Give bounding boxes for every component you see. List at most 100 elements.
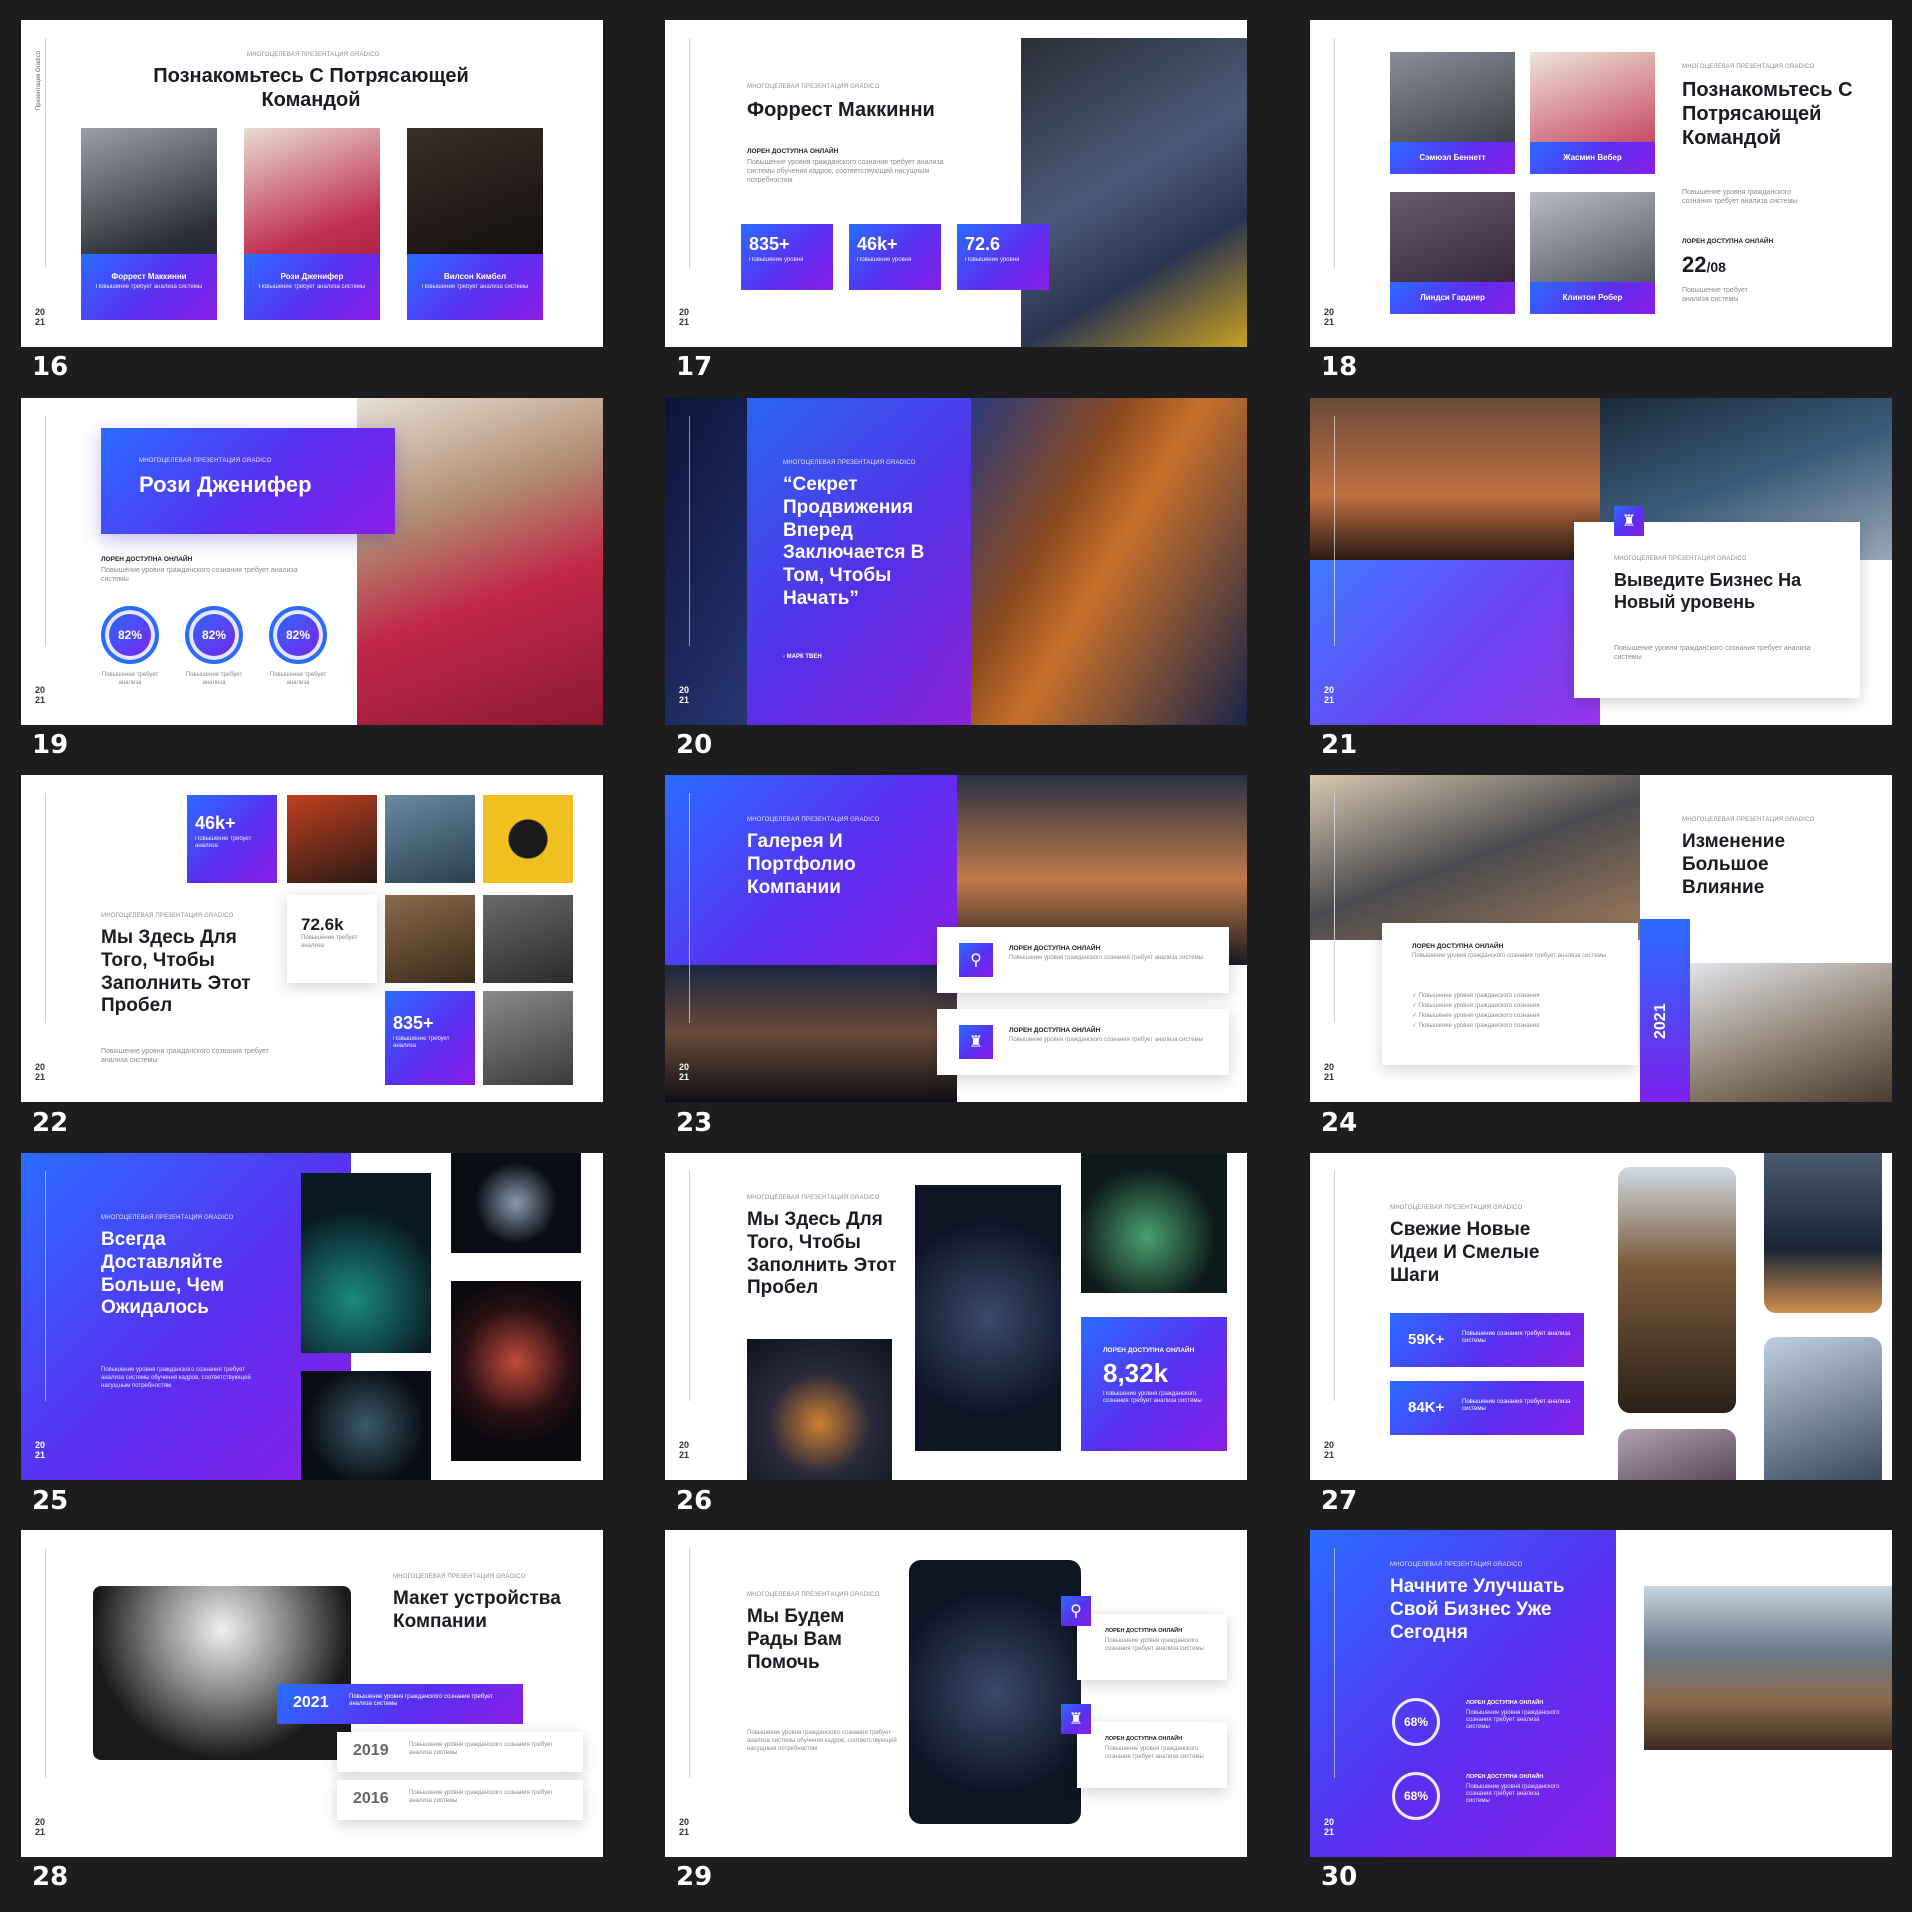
- slide-title: Свежие Новые Идеи И Смелые Шаги: [1390, 1219, 1540, 1286]
- side-line: [1334, 1548, 1335, 1778]
- side-line: [689, 38, 690, 268]
- quote-text: “Секрет Продвижения Вперед Заключается В…: [783, 474, 925, 609]
- slide-number: 30: [1321, 1862, 1358, 1892]
- team-photo-4: Клинтон Робер: [1530, 192, 1655, 314]
- member-card: Клинтон Робер: [1530, 282, 1655, 314]
- rocket-photo: [747, 1339, 892, 1480]
- gallery-photo: [385, 895, 475, 983]
- team-photo-1: Сэмюэл Беннетт: [1390, 52, 1515, 174]
- timeline-item: 2016 Повышение уровня гражданского созна…: [337, 1780, 583, 1820]
- side-line: [1334, 1171, 1335, 1401]
- slide-19[interactable]: 20 21 МНОГОЦЕЛЕВАЯ ПРЕЗЕНТАЦИЯ GRADICO Ро…: [21, 398, 603, 725]
- body-text: Повышение уровня гражданского сознания т…: [101, 1367, 251, 1389]
- slide-22[interactable]: 20 21 46k+ Повышение требует анализа МНОГО…: [21, 775, 603, 1102]
- gallery-photo: [483, 991, 573, 1085]
- slide-24[interactable]: 20 21 МНОГОЦЕЛЕВАЯ ПРЕЗЕНТАЦИЯ GRADICO Из…: [1310, 775, 1892, 1102]
- kicker: МНОГОЦЕЛЕВАЯ ПРЕЗЕНТАЦИЯ GRADICO: [747, 84, 880, 90]
- kicker: МНОГОЦЕЛЕВАЯ ПРЕЗЕНТАЦИЯ GRADICO: [1682, 64, 1815, 70]
- info-card: ♜ ЛОРЕН ДОСТУПНА ОНЛАЙН Повышение уровня…: [937, 1009, 1229, 1075]
- slide-16[interactable]: 20 21 МНОГОЦЕЛЕВАЯ ПРЕЗЕНТАЦИЯ GRADICO По…: [21, 20, 603, 347]
- side-line: [689, 1548, 690, 1778]
- escalator-photo: [93, 1586, 351, 1760]
- team-photo-3: Линдси Гарднер: [1390, 192, 1515, 314]
- team-photo-1: Форрест Маккинни Повышение требует анализ…: [81, 128, 217, 320]
- member-card: Рози Дженифер Повышение требует анализа с…: [244, 254, 380, 320]
- side-line: [1334, 38, 1335, 268]
- slide-year: 20 21: [1324, 685, 1335, 705]
- slide-18[interactable]: 20 21 Сэмюэл Беннетт Жасмин Вебер Линдси …: [1310, 20, 1892, 347]
- slide-30[interactable]: 20 21 МНОГОЦЕЛЕВАЯ ПРЕЗЕНТАЦИЯ GRADICO На…: [1310, 1530, 1892, 1857]
- kicker: МНОГОЦЕЛЕВАЯ ПРЕЗЕНТАЦИЯ GRADICO: [101, 1215, 234, 1221]
- workers-photo: [1310, 560, 1600, 725]
- slide-year: 20 21: [1324, 1817, 1335, 1837]
- slide-21[interactable]: 20 21 ♜ МНОГОЦЕЛЕВАЯ ПРЕЗЕНТАЦИЯ GRADICO …: [1310, 398, 1892, 725]
- stat-box: 835+ Повышение уровня: [741, 224, 833, 290]
- slide-27[interactable]: 20 21 МНОГОЦЕЛЕВАЯ ПРЕЗЕНТАЦИЯ GRADICO Св…: [1310, 1153, 1892, 1480]
- tech-photo: [451, 1281, 581, 1461]
- kicker: МНОГОЦЕЛЕВАЯ ПРЕЗЕНТАЦИЯ GRADICO: [393, 1574, 526, 1580]
- gallery-photo: [483, 795, 573, 883]
- slide-25[interactable]: 20 21 МНОГОЦЕЛЕВАЯ ПРЕЗЕНТАЦИЯ GRADICO Вс…: [21, 1153, 603, 1480]
- slide-title: Мы Здесь Для Того, Чтобы Заполнить Этот …: [101, 927, 251, 1017]
- stat-row: 59K+ Повышение сознания требует анализа …: [1390, 1313, 1584, 1367]
- side-label: Презентация Gradico: [36, 51, 42, 110]
- side-line: [45, 38, 46, 268]
- gallery-photo: [287, 795, 377, 883]
- slide-year: 20 21: [679, 307, 690, 327]
- member-card: Сэмюэл Беннетт: [1390, 142, 1515, 174]
- slide-year: 20 21: [679, 1817, 690, 1837]
- loren-label: ЛОРЕН ДОСТУПНА ОНЛАЙН: [1466, 1774, 1544, 1780]
- slide-23[interactable]: 20 21 МНОГОЦЕЛЕВАЯ ПРЕЗЕНТАЦИЯ GRADICO Га…: [665, 775, 1247, 1102]
- slide-year: 20 21: [35, 307, 46, 327]
- tech-photo: [1081, 1153, 1227, 1293]
- slide-number: 25: [32, 1486, 69, 1516]
- side-line: [689, 793, 690, 1023]
- skyscraper-photo: [1764, 1337, 1882, 1480]
- search-icon: ⚲: [1061, 1596, 1091, 1626]
- percent-ring: 82%: [269, 606, 327, 664]
- slide-17[interactable]: 20 21 МНОГОЦЕЛЕВАЯ ПРЕЗЕНТАЦИЯ GRADICO Фо…: [665, 20, 1247, 347]
- slide-28[interactable]: 20 21 МНОГОЦЕЛЕВАЯ ПРЕЗЕНТАЦИЯ GRADICO Ма…: [21, 1530, 603, 1857]
- date-display: 22/08: [1682, 252, 1726, 277]
- slide-title: Начните Улучшать Свой Бизнес Уже Сегодня: [1390, 1576, 1565, 1643]
- chess-icon: ♜: [959, 1025, 993, 1059]
- body-text: Повышение уровня гражданского сознания т…: [1682, 189, 1798, 206]
- kicker: МНОГОЦЕЛЕВАЯ ПРЕЗЕНТАЦИЯ GRADICO: [1682, 817, 1815, 823]
- slide-number: 23: [676, 1108, 713, 1138]
- member-card: Жасмин Вебер: [1530, 142, 1655, 174]
- slide-20[interactable]: 20 21 МНОГОЦЕЛЕВАЯ ПРЕЗЕНТАЦИЯ GRADICO “С…: [665, 398, 1247, 725]
- team-photo-2: Жасмин Вебер: [1530, 52, 1655, 174]
- construction-photo: [1310, 398, 1600, 560]
- percent-ring: 82%: [101, 606, 159, 664]
- kicker: МНОГОЦЕЛЕВАЯ ПРЕЗЕНТАЦИЯ GRADICO: [1390, 1562, 1523, 1568]
- kicker: МНОГОЦЕЛЕВАЯ ПРЕЗЕНТАЦИЯ GRADICO: [783, 460, 916, 466]
- loren-label: ЛОРЕН ДОСТУПНА ОНЛАЙН: [1682, 238, 1774, 245]
- slide-26[interactable]: 20 21 МНОГОЦЕЛЕВАЯ ПРЕЗЕНТАЦИЯ GRADICO Мы…: [665, 1153, 1247, 1480]
- chess-icon: ♜: [1614, 506, 1644, 536]
- loren-label: ЛОРЕН ДОСТУПНА ОНЛАЙН: [747, 148, 839, 155]
- phone-photo: [1690, 963, 1892, 1102]
- body-text: Повышение уровня гражданского сознания т…: [747, 159, 944, 185]
- side-line: [45, 416, 46, 646]
- info-card: ⚲ ЛОРЕН ДОСТУПНА ОНЛАЙН Повышение уровня…: [937, 927, 1229, 993]
- city-photo: [1764, 1153, 1882, 1313]
- member-card: Линдси Гарднер: [1390, 282, 1515, 314]
- slide-number: 27: [1321, 1486, 1358, 1516]
- slide-number: 22: [32, 1108, 69, 1138]
- slide-title: Форрест Маккинни: [747, 99, 935, 121]
- loren-label: ЛОРЕН ДОСТУПНА ОНЛАЙН: [1466, 1700, 1544, 1706]
- slide-29[interactable]: 20 21 МНОГОЦЕЛЕВАЯ ПРЕЗЕНТАЦИЯ GRADICO Мы…: [665, 1530, 1247, 1857]
- content-card: ЛОРЕН ДОСТУПНА ОНЛАЙН Повышение уровня г…: [1382, 923, 1638, 1065]
- slide-year: 20 21: [679, 1062, 690, 1082]
- slide-title: Галерея И Портфолио Компании: [747, 831, 856, 898]
- person-photo: [1021, 38, 1247, 347]
- slide-title: Изменение Большое Влияние: [1682, 831, 1786, 898]
- slide-number: 29: [676, 1862, 713, 1892]
- slide-year: 20 21: [35, 685, 46, 705]
- team-photo-2: Рози Дженифер Повышение требует анализа с…: [244, 128, 380, 320]
- timeline-item-active: 2021 Повышение уровня гражданского созна…: [277, 1684, 523, 1724]
- slide-title: Мы Будем Рады Вам Помочь: [747, 1606, 845, 1673]
- slide-number: 17: [676, 352, 713, 382]
- quote-author: - МАРК ТВЕН: [783, 654, 822, 660]
- percent-ring: 68%: [1392, 1772, 1440, 1820]
